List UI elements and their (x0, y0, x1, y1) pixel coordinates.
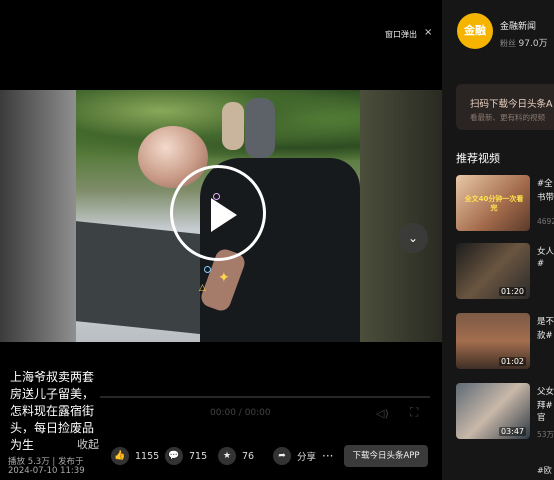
favorite-button[interactable]: ★ 76 (218, 447, 254, 465)
rec-thumbnail: 01:02 (456, 313, 530, 369)
sparkle-dot-icon (204, 266, 211, 273)
video-blur-right (360, 90, 442, 342)
rec-title-line: 书带 (537, 193, 554, 203)
video-player: 窗口弹出 × ✦ △ ⌄ 00:00 / 00:00 ◁) ⛶ 上海爷叔卖两套房… (0, 0, 442, 480)
rec-thumbnail: 全文40分钟一次看完 (456, 175, 530, 231)
star-icon: ★ (218, 447, 236, 465)
sparkle-triangle-icon: △ (199, 283, 206, 293)
rec-meta: 53万 (537, 430, 554, 439)
rec-item[interactable]: 03:47 父女 拜# 官 53万 (456, 383, 554, 441)
time-display: 00:00 / 00:00 (210, 408, 271, 418)
rec-title-line: 款# (537, 331, 553, 341)
rec-thumbnail: 01:20 (456, 243, 530, 299)
share-icon: ➦ (273, 447, 291, 465)
publish-date: 2024-07-10 11:39 (8, 466, 85, 476)
background-person-2 (245, 98, 275, 158)
play-button[interactable] (170, 165, 266, 261)
thumbnail-caption: 全文40分钟一次看完 (464, 195, 524, 212)
thumbs-up-icon: 👍 (111, 447, 129, 465)
recommended-heading: 推荐视频 (456, 152, 500, 165)
author-fans: 粉丝 97.0万 (500, 36, 548, 49)
rec-duration: 01:20 (498, 287, 526, 296)
fullscreen-icon[interactable]: ⛶ (410, 405, 418, 420)
popout-window-button[interactable]: 窗口弹出 (385, 29, 417, 40)
fans-label: 粉丝 (500, 39, 516, 48)
like-count: 1155 (135, 450, 160, 462)
rec-duration: 01:02 (498, 357, 526, 366)
rec-title-line: #全 (537, 179, 553, 189)
progress-bar[interactable] (100, 396, 430, 398)
comment-icon: 💬 (165, 447, 183, 465)
rec-title-line: 官 (537, 413, 546, 423)
collapse-button[interactable]: 收起 (77, 436, 99, 452)
rec-title-line: #欧 (537, 466, 552, 475)
favorite-count: 76 (242, 450, 255, 462)
rec-title-line: # (537, 259, 545, 269)
rec-title-line: 是不 (537, 317, 554, 327)
promo-title: 扫码下载今日头条A (470, 99, 553, 110)
rec-title-line: 父女 (537, 387, 554, 397)
rec-thumbnail: 03:47 (456, 383, 530, 439)
rec-duration: 03:47 (498, 427, 526, 436)
app-download-promo[interactable]: 扫码下载今日头条A 看最新、更有料的视频 (456, 84, 554, 130)
rec-item[interactable]: 01:02 是不 款# (456, 313, 554, 371)
sparkle-star-icon: ✦ (218, 270, 230, 286)
video-trees (76, 90, 360, 160)
promo-subtitle: 看最新、更有料的视频 (470, 113, 545, 122)
download-app-button[interactable]: 下载今日头条APP (344, 445, 428, 467)
play-icon (211, 198, 237, 232)
chevron-down-icon[interactable]: ⌄ (398, 223, 428, 253)
fans-count: 97.0万 (518, 39, 548, 49)
share-button[interactable]: ➦ 分享 (273, 447, 316, 465)
rec-title-line: 拜# (537, 401, 553, 411)
author-name[interactable]: 金融新闻 (500, 19, 536, 32)
comment-count: 715 (189, 450, 208, 462)
comment-button[interactable]: 💬 715 (165, 447, 207, 465)
sidebar: 金融 金融新闻 粉丝 97.0万 扫码下载今日头条A 看最新、更有料的视频 推荐… (442, 0, 554, 480)
rec-item[interactable]: 全文40分钟一次看完 #全 书带 4692 (456, 175, 554, 233)
rec-item[interactable]: 01:20 女人 # (456, 243, 554, 301)
author-avatar[interactable]: 金融 (457, 13, 493, 49)
close-icon[interactable]: × (424, 27, 432, 38)
more-button[interactable]: ··· (322, 449, 333, 463)
video-blur-left (0, 90, 76, 342)
rec-meta: 4692 (537, 217, 554, 226)
sparkle-dot-icon (213, 193, 220, 200)
volume-icon[interactable]: ◁) (376, 407, 389, 420)
rec-title-line: 女人 (537, 247, 554, 257)
share-label: 分享 (297, 452, 317, 463)
background-person-1 (222, 102, 244, 150)
like-button[interactable]: 👍 1155 (111, 447, 159, 465)
